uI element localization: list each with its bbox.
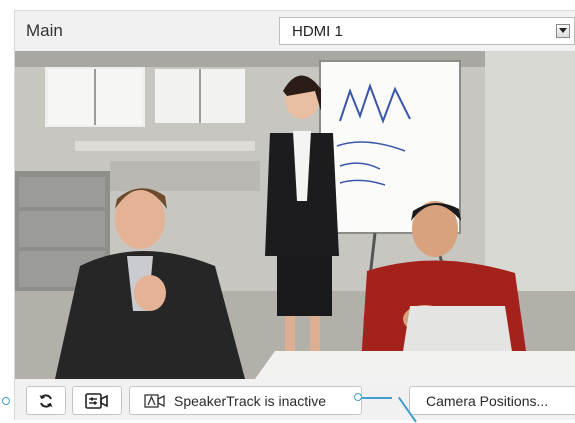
callout-marker-speakertrack (354, 393, 362, 401)
callout-line-horizontal (362, 397, 392, 399)
callout-marker-left (2, 397, 10, 405)
speakertrack-button[interactable]: SpeakerTrack is inactive (129, 386, 362, 415)
dropdown-arrow-icon[interactable] (556, 24, 570, 38)
video-preview-panel: Main HDMI 1 SpeakerTrack is inactive Cam… (14, 10, 575, 420)
refresh-icon (39, 394, 53, 408)
camera-positions-button[interactable]: Camera Positions... (409, 386, 575, 415)
camera-preview-illustration (15, 51, 575, 379)
speakertrack-icon (144, 394, 165, 408)
refresh-button[interactable] (26, 386, 66, 415)
camera-preset-icon (85, 393, 108, 409)
preview-toolbar: SpeakerTrack is inactive Camera Position… (15, 379, 575, 421)
video-source-value: HDMI 1 (292, 23, 343, 40)
speakertrack-status-label: SpeakerTrack is inactive (174, 393, 326, 409)
video-source-select[interactable]: HDMI 1 (279, 17, 575, 45)
panel-header: Main HDMI 1 (15, 11, 575, 51)
camera-preview-image (15, 51, 575, 379)
camera-positions-label: Camera Positions... (426, 393, 549, 409)
panel-title: Main (26, 21, 63, 40)
camera-preset-button[interactable] (72, 386, 122, 415)
